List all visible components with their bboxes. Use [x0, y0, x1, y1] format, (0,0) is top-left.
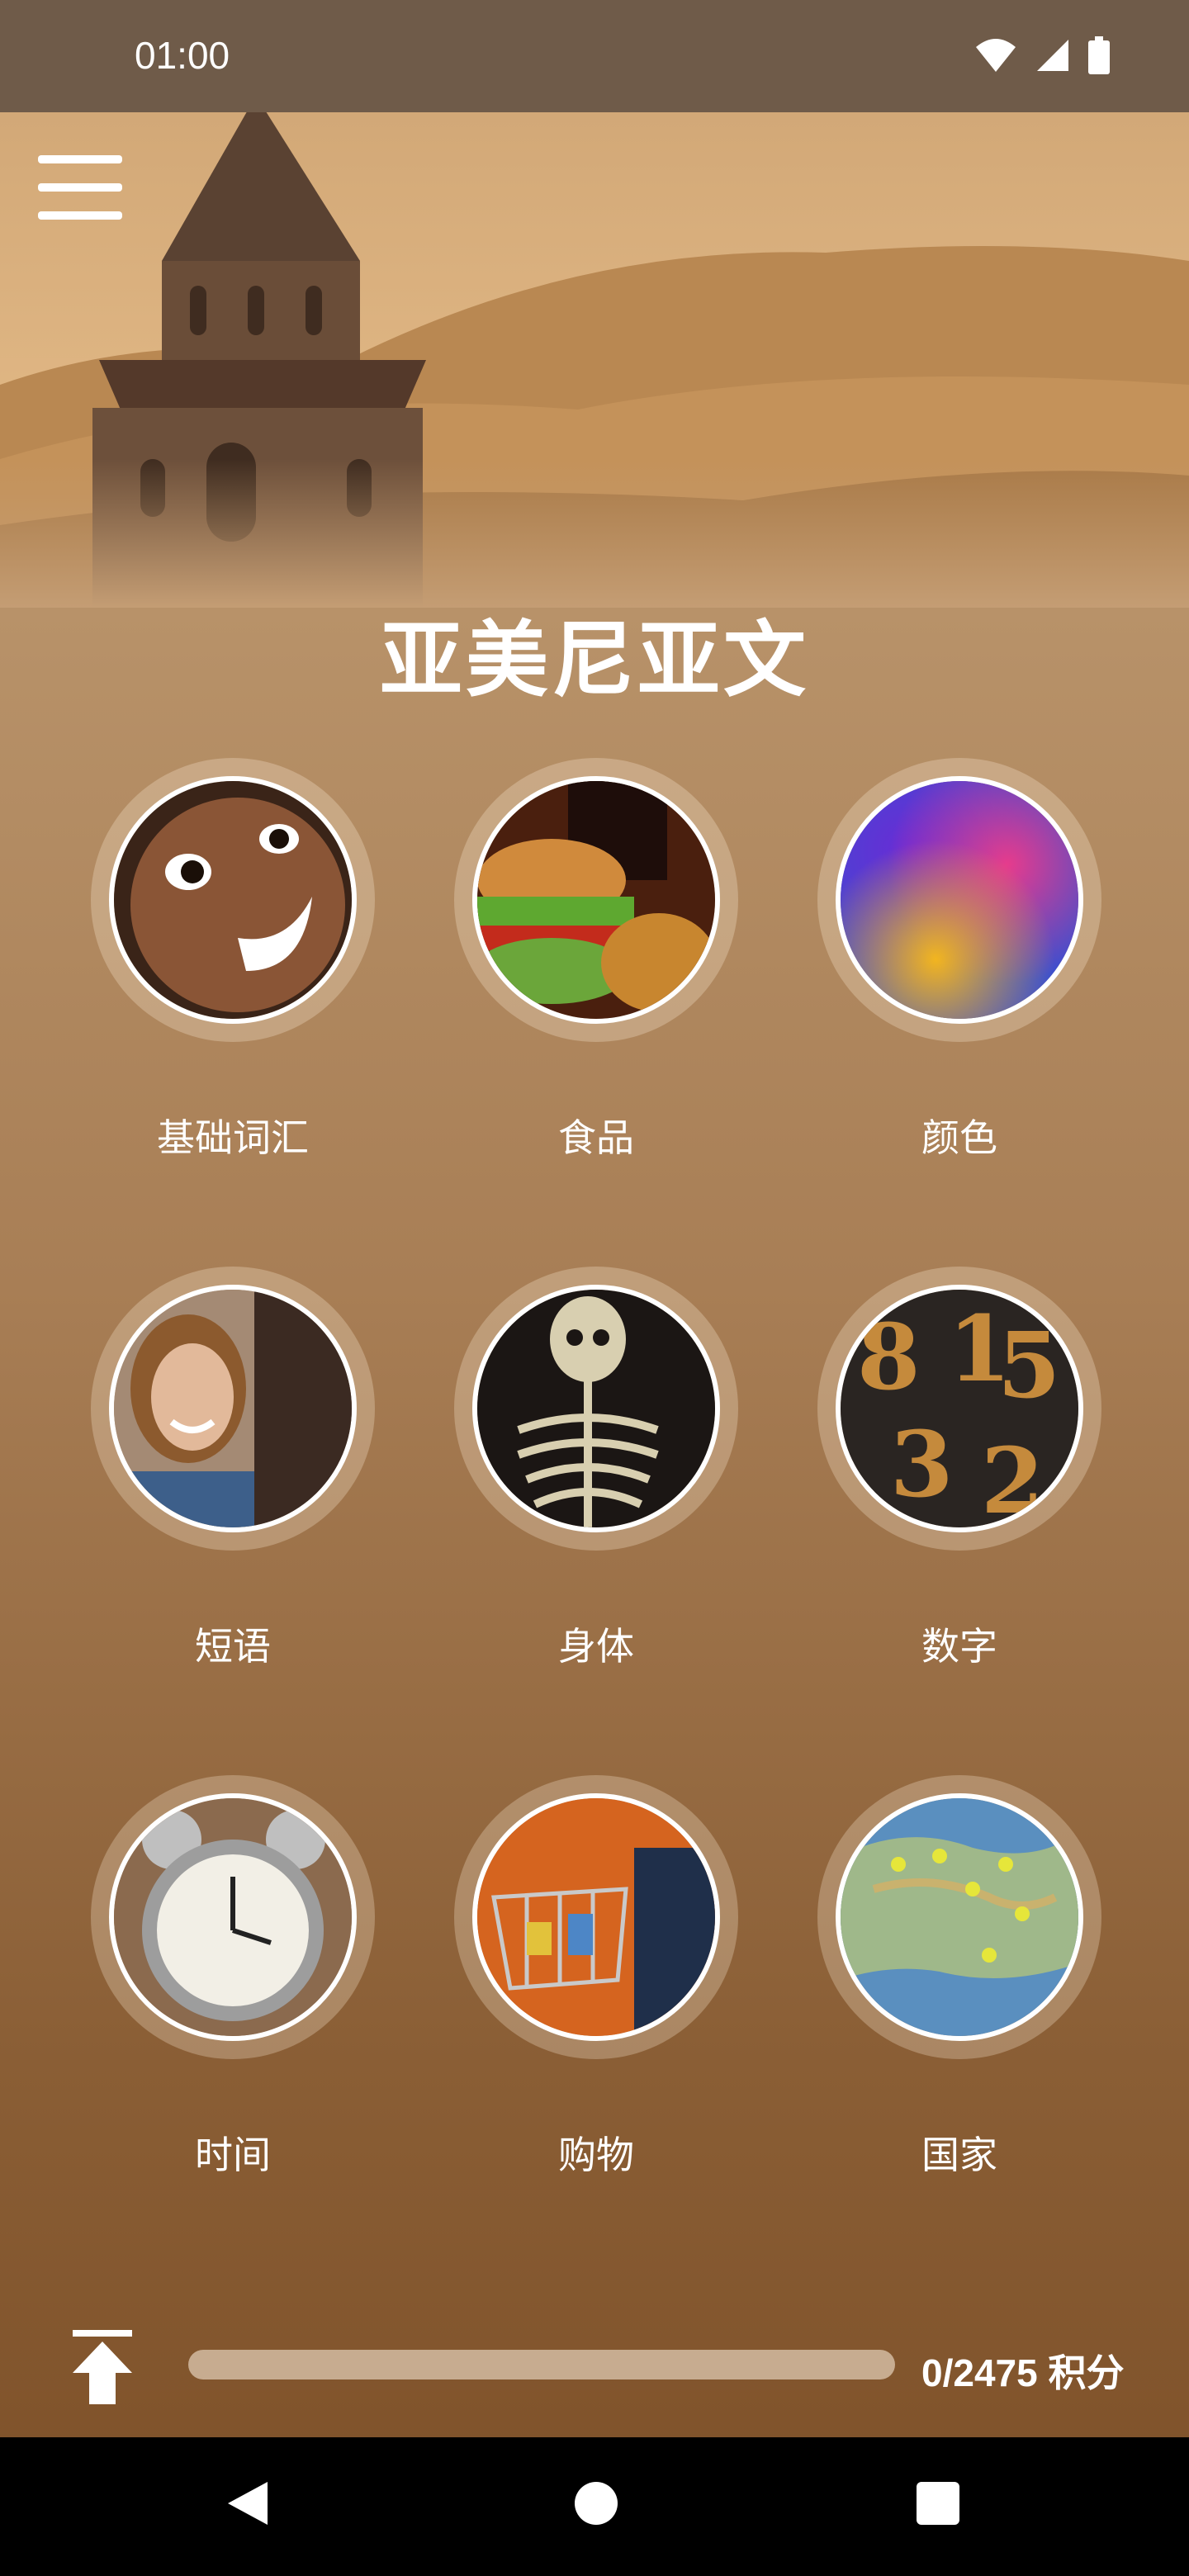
category-label: 食品 [558, 1115, 634, 1160]
category-label: 购物 [558, 2133, 634, 2177]
category-label: 颜色 [921, 1115, 997, 1160]
svg-text:2: 2 [981, 1428, 1045, 1527]
burger-and-soda-photo [472, 776, 720, 1024]
category-shopping[interactable]: 购物 [439, 1775, 753, 2180]
status-time: 01:00 [135, 34, 230, 77]
desert-church-illustration [0, 112, 1189, 608]
battery-icon [1088, 36, 1110, 74]
map-with-pins-photo [836, 1793, 1083, 2041]
alarm-clock-photo [109, 1793, 357, 2041]
category-time[interactable]: 时间 [76, 1775, 390, 2180]
app-screen: 01:00 亚美尼亚文 基础词汇 食品 颜色 短语 身体 8 1 5 3 2 数… [0, 0, 1189, 2576]
back-button[interactable] [225, 2479, 271, 2531]
status-icons [974, 36, 1110, 74]
category-label: 身体 [558, 1624, 634, 1669]
smiling-child-photo [109, 776, 357, 1024]
wooden-numbers-photo: 815 32 [836, 1285, 1083, 1532]
svg-text:8: 8 [857, 1304, 921, 1410]
category-label: 基础词汇 [157, 1115, 309, 1160]
home-circle-icon [575, 2482, 618, 2525]
category-basic-vocabulary[interactable]: 基础词汇 [76, 758, 390, 1163]
menu-icon [38, 155, 122, 163]
color-powder-photo [836, 776, 1083, 1024]
wifi-icon [976, 39, 1016, 72]
cellular-signal-icon [1037, 40, 1068, 71]
home-button[interactable] [573, 2479, 619, 2531]
back-triangle-icon [228, 2482, 268, 2525]
svg-text:5: 5 [997, 1312, 1061, 1418]
system-navigation-bar [0, 2437, 1189, 2576]
category-countries[interactable]: 国家 [803, 1775, 1116, 2180]
category-food[interactable]: 食品 [439, 758, 753, 1163]
skeleton-photo [472, 1285, 720, 1532]
hero-banner [0, 112, 1189, 608]
menu-button[interactable] [38, 155, 122, 221]
category-numbers[interactable]: 815 32 数字 [803, 1267, 1116, 1671]
upload-icon[interactable] [69, 2330, 135, 2404]
category-label: 短语 [195, 1624, 271, 1669]
category-colors[interactable]: 颜色 [803, 758, 1116, 1163]
svg-text:3: 3 [890, 1411, 954, 1518]
recents-button[interactable] [915, 2479, 961, 2531]
smiling-woman-photo [109, 1285, 357, 1532]
category-label: 时间 [195, 2133, 271, 2177]
points-progress-bar [188, 2350, 895, 2379]
category-label: 数字 [921, 1624, 997, 1669]
recents-square-icon [917, 2482, 959, 2525]
category-label: 国家 [921, 2133, 997, 2177]
shopping-cart-photo [472, 1793, 720, 2041]
page-title: 亚美尼亚文 [380, 612, 809, 708]
category-body[interactable]: 身体 [439, 1267, 753, 1671]
status-bar: 01:00 [0, 0, 1189, 112]
points-text: 0/2475 积分 [921, 2351, 1125, 2394]
progress-footer: 0/2475 积分 [0, 2312, 1189, 2436]
category-phrases[interactable]: 短语 [76, 1267, 390, 1671]
